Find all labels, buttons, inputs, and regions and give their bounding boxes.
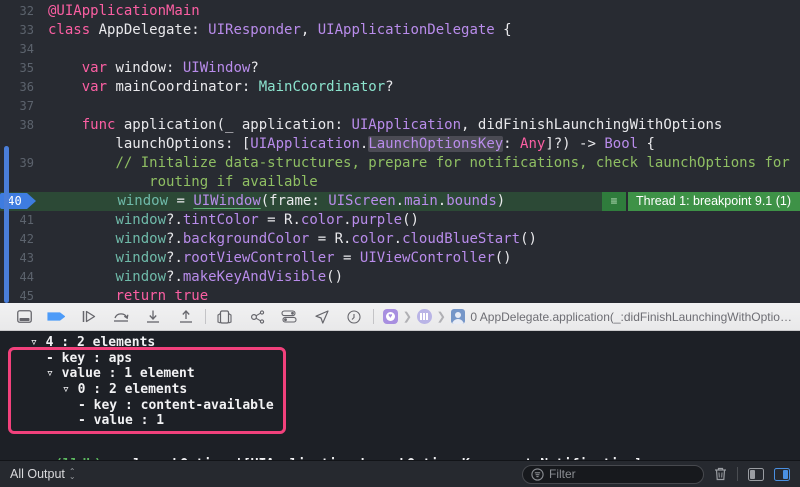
line-number[interactable]: 32 bbox=[0, 2, 46, 21]
line-number[interactable]: 34 bbox=[0, 40, 46, 59]
chevron-up-down-icon: ⌃⌄ bbox=[69, 469, 76, 479]
variable-tree-row[interactable]: ▿ 0 : 2 elements bbox=[0, 382, 800, 398]
code-line[interactable]: routing if available bbox=[0, 173, 800, 192]
code-line[interactable]: 44 window?.makeKeyAndVisible() bbox=[0, 268, 800, 287]
show-variables-view-icon[interactable] bbox=[748, 468, 764, 481]
step-over-icon[interactable] bbox=[105, 306, 137, 328]
code-text: var window: UIWindow? bbox=[46, 59, 259, 78]
change-bar bbox=[4, 146, 9, 303]
line-number[interactable]: 35 bbox=[0, 59, 46, 78]
code-text: routing if available bbox=[46, 173, 318, 192]
code-text: launchOptions: [UIApplication.LaunchOpti… bbox=[46, 135, 655, 154]
output-scope-selector[interactable]: All Output ⌃⌄ bbox=[10, 467, 76, 481]
code-line[interactable]: 38 func application(_ application: UIApp… bbox=[0, 116, 800, 135]
code-line[interactable]: 39 // Initalize data-structures, prepare… bbox=[0, 154, 800, 173]
chevron-right-icon: ❯ bbox=[437, 310, 446, 323]
memory-graph-icon[interactable] bbox=[241, 306, 273, 328]
code-text: window = UIWindow(frame: UIScreen.main.b… bbox=[48, 192, 505, 211]
variable-tree-row[interactable]: - key : aps bbox=[0, 351, 800, 367]
line-number[interactable]: 33 bbox=[0, 21, 46, 40]
simulate-location-icon[interactable] bbox=[306, 306, 338, 328]
bottom-bar-divider bbox=[737, 467, 738, 481]
variable-tree-row[interactable]: - key : content-available bbox=[0, 398, 800, 414]
breakpoints-toggle-icon[interactable] bbox=[40, 306, 72, 328]
timeline-icon[interactable] bbox=[338, 306, 370, 328]
line-number[interactable]: 37 bbox=[0, 97, 46, 116]
code-line[interactable]: 43 window?.rootViewController = UIViewCo… bbox=[0, 249, 800, 268]
toolbar-divider bbox=[373, 309, 374, 324]
clear-console-icon[interactable] bbox=[714, 467, 727, 481]
line-number[interactable]: 36 bbox=[0, 78, 46, 97]
code-line[interactable]: launchOptions: [UIApplication.LaunchOpti… bbox=[0, 135, 800, 154]
debug-console[interactable]: ▿ 4 : 2 elements- key : aps▿ value : 1 e… bbox=[0, 331, 800, 460]
filter-input[interactable]: Filter bbox=[522, 465, 704, 484]
stack-frame-icon[interactable] bbox=[451, 309, 466, 324]
code-text: func application(_ application: UIApplic… bbox=[46, 116, 722, 135]
environment-overrides-icon[interactable] bbox=[273, 306, 305, 328]
code-text: window?.backgroundColor = R.color.cloudB… bbox=[46, 230, 537, 249]
thread-icon[interactable] bbox=[417, 309, 432, 324]
xcode-debug-window: 32@UIApplicationMain33class AppDelegate:… bbox=[0, 0, 800, 487]
code-editor[interactable]: 32@UIApplicationMain33class AppDelegate:… bbox=[0, 0, 800, 303]
show-console-view-icon[interactable] bbox=[774, 468, 790, 481]
code-line[interactable]: 35 var window: UIWindow? bbox=[0, 59, 800, 78]
annotation-label: Thread 1: breakpoint 9.1 (1) bbox=[628, 192, 800, 211]
toolbar-divider bbox=[205, 309, 206, 324]
code-line[interactable]: 37 bbox=[0, 97, 800, 116]
line-number[interactable]: 38 bbox=[0, 116, 46, 135]
stack-frame-label[interactable]: 0 AppDelegate.application(_:didFinishLau… bbox=[470, 310, 792, 324]
app-icon[interactable]: ♥ bbox=[383, 309, 398, 324]
code-text: window?.makeKeyAndVisible() bbox=[46, 268, 343, 287]
code-line[interactable]: 32@UIApplicationMain bbox=[0, 2, 800, 21]
code-text: window?.tintColor = R.color.purple() bbox=[46, 211, 419, 230]
step-out-icon[interactable] bbox=[169, 306, 201, 328]
code-text: return true bbox=[46, 287, 208, 303]
code-text: class AppDelegate: UIResponder, UIApplic… bbox=[46, 21, 512, 40]
code-text: @UIApplicationMain bbox=[46, 2, 200, 21]
code-text bbox=[46, 97, 48, 116]
debug-toolbar: ♥ ❯ ❯ 0 AppDelegate.application(_:didFin… bbox=[0, 303, 800, 331]
chevron-right-icon: ❯ bbox=[403, 310, 412, 323]
code-lines: 32@UIApplicationMain33class AppDelegate:… bbox=[0, 2, 800, 303]
variable-tree: ▿ 4 : 2 elements- key : aps▿ value : 1 e… bbox=[0, 331, 800, 429]
code-line[interactable]: 40 window = UIWindow(frame: UIScreen.mai… bbox=[0, 192, 800, 211]
variable-tree-row[interactable]: - value : 1 bbox=[0, 413, 800, 429]
step-into-icon[interactable] bbox=[137, 306, 169, 328]
filter-icon bbox=[531, 468, 544, 481]
debug-breadcrumb: ♥ ❯ ❯ 0 AppDelegate.application(_:didFin… bbox=[383, 309, 792, 324]
code-text: // Initalize data-structures, prepare fo… bbox=[46, 154, 790, 173]
code-text: var mainCoordinator: MainCoordinator? bbox=[46, 78, 394, 97]
code-line[interactable]: 36 var mainCoordinator: MainCoordinator? bbox=[0, 78, 800, 97]
breakpoint-annotation[interactable]: ≡Thread 1: breakpoint 9.1 (1) bbox=[602, 192, 800, 211]
filter-placeholder: Filter bbox=[549, 467, 576, 481]
code-text bbox=[46, 40, 48, 59]
output-scope-label: All Output bbox=[10, 467, 65, 481]
hide-debug-area-icon[interactable] bbox=[8, 306, 40, 328]
variable-tree-row[interactable]: ▿ 4 : 2 elements bbox=[0, 335, 800, 351]
code-line[interactable]: 42 window?.backgroundColor = R.color.clo… bbox=[0, 230, 800, 249]
code-line[interactable]: 41 window?.tintColor = R.color.purple() bbox=[0, 211, 800, 230]
console-bottom-bar: All Output ⌃⌄ Filter bbox=[0, 460, 800, 487]
annotation-menu-icon[interactable]: ≡ bbox=[602, 192, 628, 211]
variable-tree-row[interactable]: ▿ value : 1 element bbox=[0, 366, 800, 382]
view-hierarchy-icon[interactable] bbox=[209, 306, 241, 328]
code-line[interactable]: 33class AppDelegate: UIResponder, UIAppl… bbox=[0, 21, 800, 40]
continue-execution-icon[interactable] bbox=[73, 306, 105, 328]
code-line[interactable]: 34 bbox=[0, 40, 800, 59]
code-line[interactable]: 45 return true bbox=[0, 287, 800, 303]
lldb-command-line[interactable]: (lldb) po launchOptions![UIApplication.L… bbox=[0, 442, 800, 460]
code-text: window?.rootViewController = UIViewContr… bbox=[46, 249, 512, 268]
